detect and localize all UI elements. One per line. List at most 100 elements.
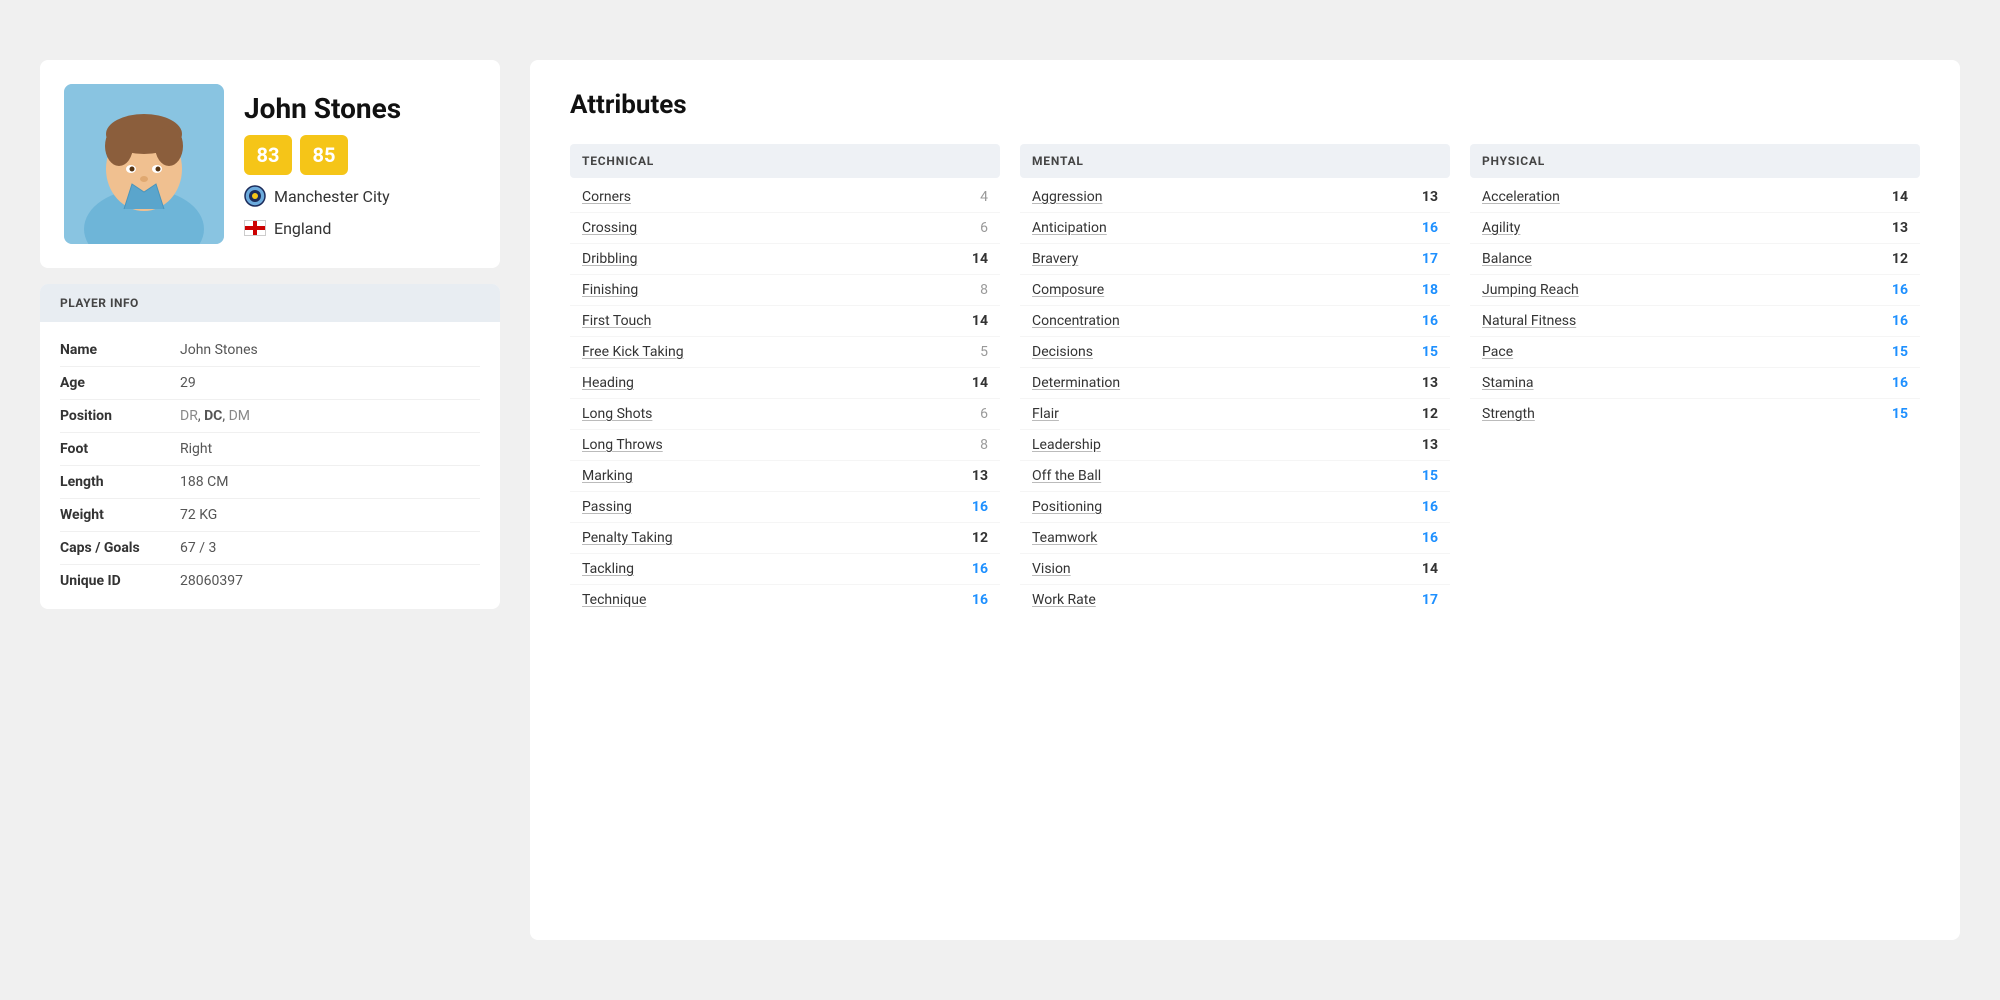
attr-name-label[interactable]: Tackling [582, 561, 634, 577]
attr-value-number: 16 [964, 592, 988, 608]
attr-row: Finishing8 [570, 275, 1000, 306]
england-flag [244, 220, 266, 236]
attr-name-label[interactable]: Finishing [582, 282, 638, 298]
info-label-foot: Foot [60, 441, 180, 457]
attr-name-label[interactable]: Anticipation [1032, 220, 1107, 236]
attr-name-label[interactable]: Decisions [1032, 344, 1093, 360]
club-name: Manchester City [274, 187, 390, 206]
attr-name-label[interactable]: Corners [582, 189, 631, 205]
attr-value-number: 14 [1414, 561, 1438, 577]
attr-value-number: 8 [964, 437, 988, 453]
attr-name-label[interactable]: Stamina [1482, 375, 1534, 391]
attr-value-number: 4 [964, 189, 988, 205]
attr-name-label[interactable]: Composure [1032, 282, 1104, 298]
attr-row: Anticipation 16 [1020, 213, 1450, 244]
attr-name-label[interactable]: Jumping Reach [1482, 282, 1579, 298]
physical-rows: Acceleration14Agility13Balance12Jumping … [1470, 182, 1920, 429]
attr-name-label[interactable]: Aggression [1032, 189, 1102, 205]
attr-value-number: 6 [964, 406, 988, 422]
attr-value-number: 17 [1414, 592, 1438, 608]
attr-name-label[interactable]: Bravery [1032, 251, 1078, 267]
attr-value-number: 16 [1884, 313, 1908, 329]
attr-name-label[interactable]: Vision [1032, 561, 1071, 577]
attr-name-label[interactable]: Pace [1482, 344, 1513, 360]
attr-name-label[interactable]: Leadership [1032, 437, 1101, 453]
mental-column: MENTAL Aggression13Anticipation16Bravery… [1020, 144, 1470, 615]
attr-value-number: 14 [964, 375, 988, 391]
info-row-age: Age 29 [60, 367, 480, 400]
nation-row: England [244, 217, 401, 239]
attr-name-label[interactable]: Determination [1032, 375, 1120, 391]
attr-value-number: 16 [1414, 530, 1438, 546]
info-value-weight: 72 KG [180, 507, 217, 523]
attr-value-number: 14 [964, 313, 988, 329]
attr-value-number: 12 [1414, 406, 1438, 422]
info-row-name: Name John Stones [60, 334, 480, 367]
attr-value-number: 13 [1414, 375, 1438, 391]
info-label-position: Position [60, 408, 180, 424]
attr-row: Concentration16 [1020, 306, 1450, 337]
attr-name-label[interactable]: Long Shots [582, 406, 652, 422]
attr-name-label[interactable]: Natural Fitness [1482, 313, 1576, 329]
attr-value-number: 16 [1414, 220, 1438, 236]
attr-value-number: 14 [1884, 189, 1908, 205]
attr-row: First Touch 14 [570, 306, 1000, 337]
attr-value-number: 13 [1414, 437, 1438, 453]
attr-name-label[interactable]: Penalty Taking [582, 530, 673, 546]
attr-value-number: 13 [1414, 189, 1438, 205]
attr-value-number: 12 [964, 530, 988, 546]
attr-row: Work Rate 17 [1020, 585, 1450, 615]
info-label-length: Length [60, 474, 180, 490]
attr-name-label[interactable]: Acceleration [1482, 189, 1560, 205]
rating-badge-1: 83 [244, 135, 292, 175]
nation-flag-icon [244, 217, 266, 239]
attr-name-label[interactable]: Teamwork [1032, 530, 1097, 546]
attr-value-number: 15 [1884, 406, 1908, 422]
attr-row: Strength 15 [1470, 399, 1920, 429]
player-info-table: Name John Stones Age 29 Position DR, DC,… [40, 322, 500, 609]
attr-name-label[interactable]: Dribbling [582, 251, 637, 267]
attr-name-label[interactable]: Crossing [582, 220, 637, 236]
attr-name-label[interactable]: Positioning [1032, 499, 1102, 515]
attr-name-label[interactable]: Flair [1032, 406, 1059, 422]
attr-name-label[interactable]: First Touch [582, 313, 651, 329]
attr-name-label[interactable]: Passing [582, 499, 632, 515]
attr-name-label[interactable]: Agility [1482, 220, 1520, 236]
attr-row: Bravery17 [1020, 244, 1450, 275]
attr-row: Free Kick Taking 5 [570, 337, 1000, 368]
attr-value-number: 14 [964, 251, 988, 267]
attr-value-number: 5 [964, 344, 988, 360]
attr-name-label[interactable]: Concentration [1032, 313, 1120, 329]
attributes-title: Attributes [570, 90, 1920, 120]
attr-row: Natural Fitness 16 [1470, 306, 1920, 337]
attr-row: Composure18 [1020, 275, 1450, 306]
player-info-header: PLAYER INFO [40, 284, 500, 322]
attr-row: Passing16 [570, 492, 1000, 523]
attr-row: Penalty Taking 12 [570, 523, 1000, 554]
attr-value-number: 16 [1884, 282, 1908, 298]
info-value-caps: 67 / 3 [180, 540, 216, 556]
attr-name-label[interactable]: Marking [582, 468, 633, 484]
info-row-position: Position DR, DC, DM [60, 400, 480, 433]
technical-header: TECHNICAL [570, 144, 1000, 178]
info-label-age: Age [60, 375, 180, 391]
info-value-length: 188 CM [180, 474, 228, 490]
page: John Stones 83 8 5 Manchester City [0, 0, 2000, 1000]
attr-name-label[interactable]: Free Kick Taking [582, 344, 684, 360]
attr-name-label[interactable]: Technique [582, 592, 646, 608]
info-label-uid: Unique ID [60, 573, 180, 589]
technical-column: TECHNICAL Corners4Crossing6Dribbling14Fi… [570, 144, 1020, 615]
attr-name-label[interactable]: Long Throws [582, 437, 663, 453]
attr-row: Aggression 13 [1020, 182, 1450, 213]
attr-name-label[interactable]: Off the Ball [1032, 468, 1101, 484]
attr-row: Flair 12 [1020, 399, 1450, 430]
info-value-name: John Stones [180, 342, 258, 358]
attr-value-number: 13 [964, 468, 988, 484]
attr-name-label[interactable]: Strength [1482, 406, 1535, 422]
attr-row: Acceleration 14 [1470, 182, 1920, 213]
club-shield [244, 185, 266, 207]
attr-name-label[interactable]: Balance [1482, 251, 1532, 267]
attr-name-label[interactable]: Heading [582, 375, 634, 391]
attr-name-label[interactable]: Work Rate [1032, 592, 1096, 608]
mental-rows: Aggression13Anticipation16Bravery17Compo… [1020, 182, 1450, 615]
